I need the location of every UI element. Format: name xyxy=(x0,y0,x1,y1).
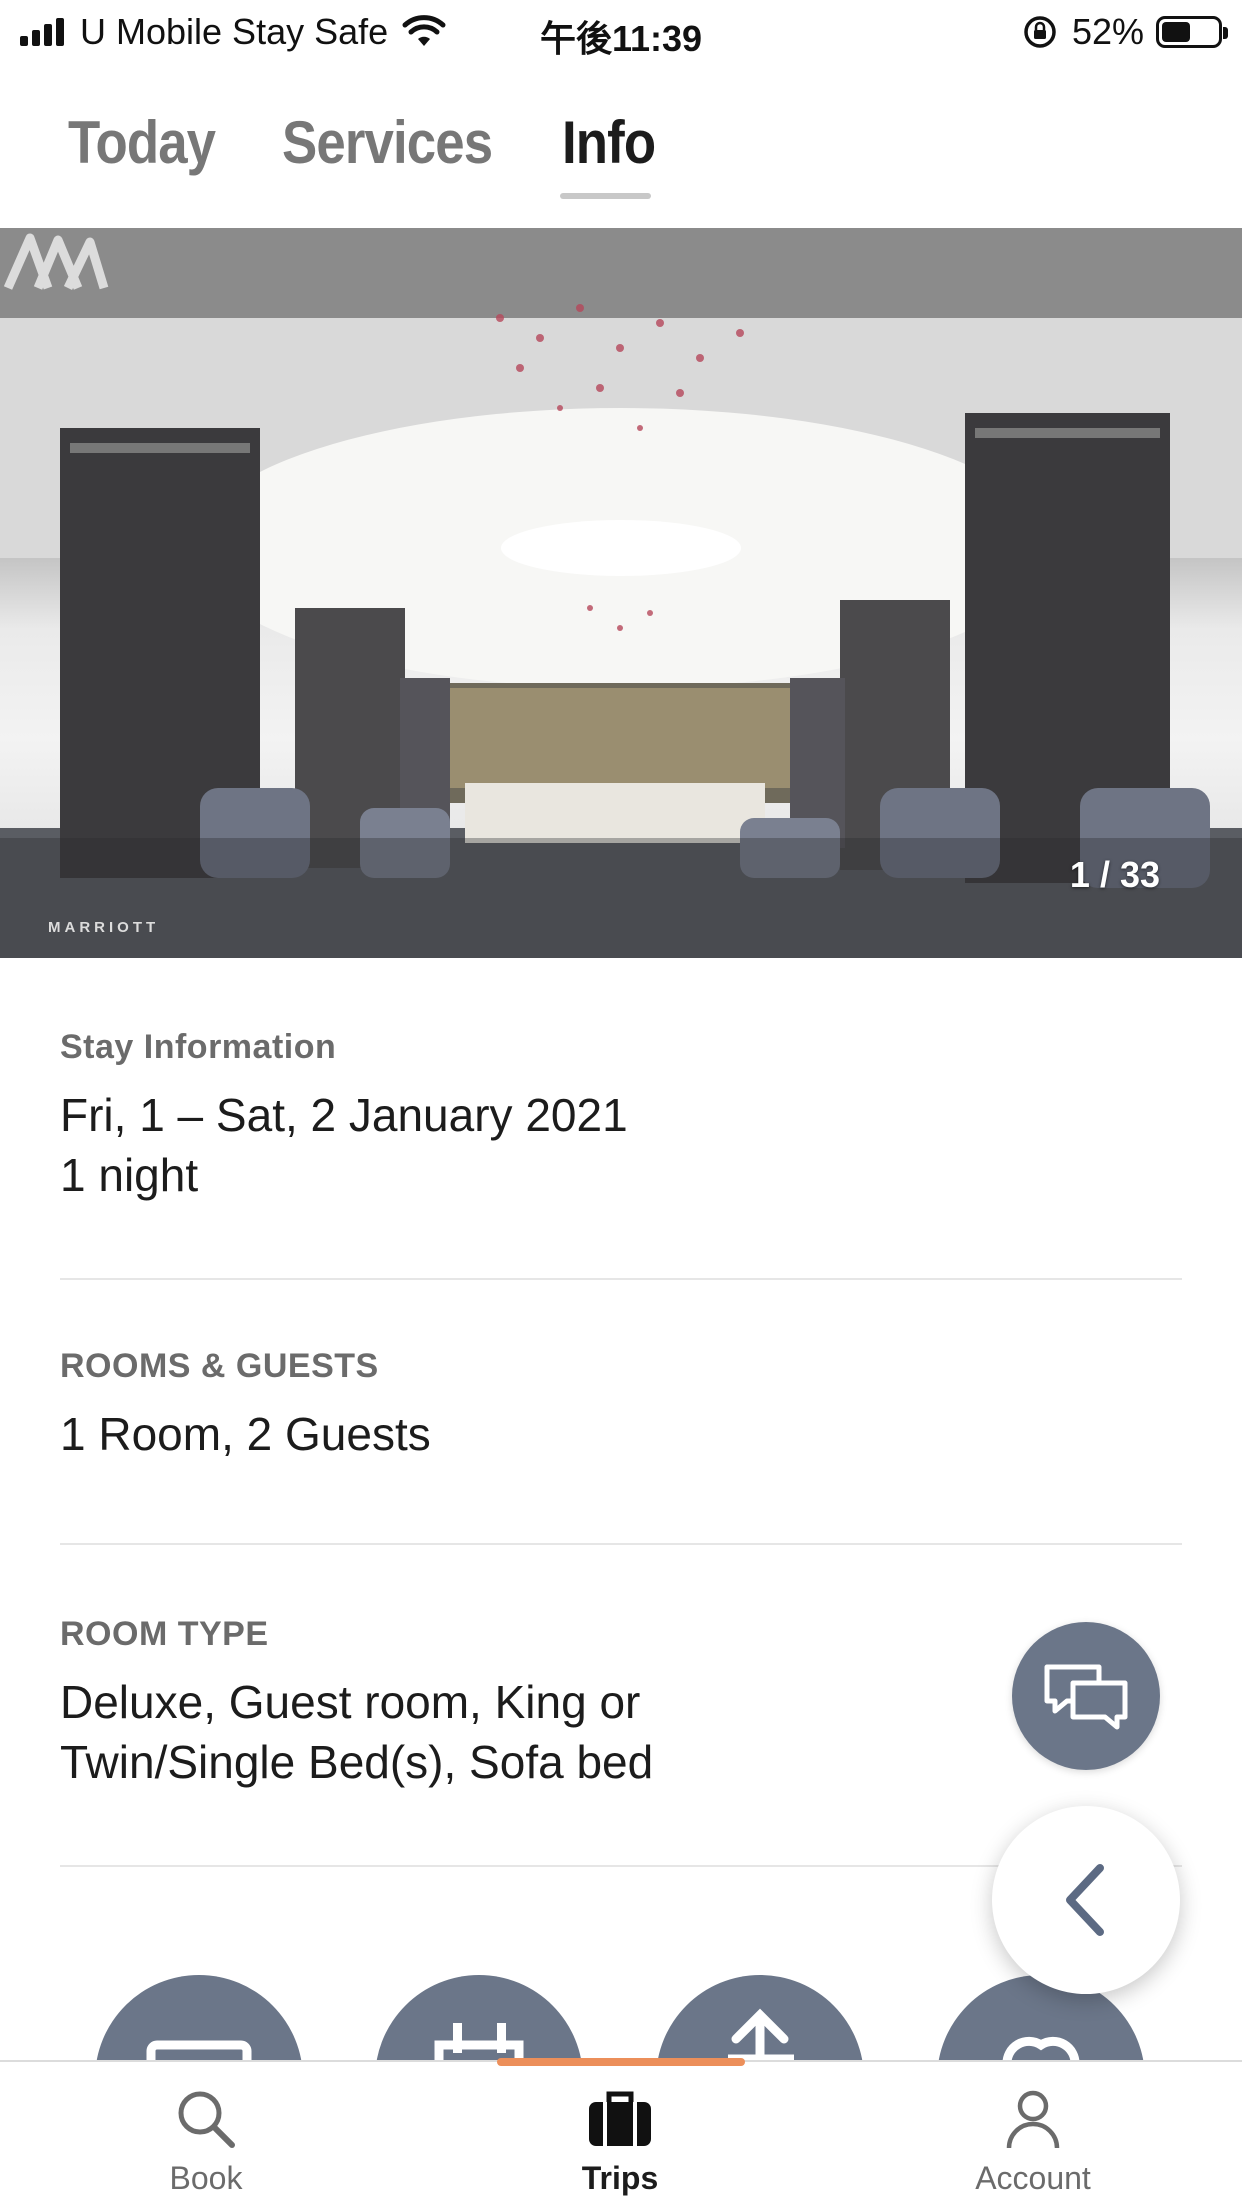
room-type-line-2: Twin/Single Bed(s), Sofa bed xyxy=(60,1736,654,1788)
status-bar: U Mobile Stay Safe 午後11:39 52% xyxy=(0,0,1242,62)
stay-date-range: Fri, 1 – Sat, 2 January 2021 xyxy=(60,1089,628,1141)
brand-text: MARRIOTT xyxy=(48,919,160,936)
marriott-logo xyxy=(3,233,109,290)
rooms-guests-section: ROOMS & GUESTS 1 Room, 2 Guests xyxy=(60,1347,1182,1464)
battery-fill xyxy=(1162,22,1191,42)
battery-percent: 52% xyxy=(1071,11,1144,52)
collapse-button[interactable] xyxy=(992,1806,1180,1994)
tab-active-indicator xyxy=(560,193,651,199)
suitcase-icon xyxy=(589,2091,651,2146)
chat-button[interactable] xyxy=(1012,1622,1160,1770)
chat-bubbles-icon xyxy=(1044,1664,1128,1730)
nav-book[interactable]: Book xyxy=(106,2088,306,2197)
stay-nights: 1 night xyxy=(60,1149,199,1201)
rooms-guests-label: ROOMS & GUESTS xyxy=(60,1347,379,1385)
tab-bar: Today Services Info xyxy=(0,100,1242,228)
divider xyxy=(60,1278,1182,1280)
nav-account-label: Account xyxy=(975,2160,1091,2196)
divider xyxy=(60,1543,1182,1545)
bottom-navigation: Book Trips Account xyxy=(0,2058,1242,2208)
stay-dates: Fri, 1 – Sat, 2 January 2021 1 night xyxy=(60,1085,1182,1205)
person-icon xyxy=(1006,2090,1060,2149)
battery-icon xyxy=(1156,16,1228,48)
room-type-label: ROOM TYPE xyxy=(60,1615,269,1653)
photo-counter: 1 / 33 xyxy=(1069,854,1160,895)
active-tab-indicator xyxy=(497,2058,745,2066)
tab-services[interactable]: Services xyxy=(282,108,493,177)
rooms-guests-value: 1 Room, 2 Guests xyxy=(60,1408,431,1460)
nav-trips[interactable]: Trips xyxy=(520,2088,720,2197)
hotel-lobby-image xyxy=(0,228,1242,958)
tab-today[interactable]: Today xyxy=(68,108,216,177)
rotation-lock-icon xyxy=(1024,16,1056,48)
search-icon xyxy=(178,2091,235,2148)
chevron-left-icon xyxy=(1066,1864,1104,1936)
stay-information-section: Stay Information Fri, 1 – Sat, 2 January… xyxy=(60,1028,1182,1205)
stay-information-label: Stay Information xyxy=(60,1028,337,1066)
hotel-photo-carousel[interactable]: MARRIOTT 1 / 33 xyxy=(0,228,1242,958)
tab-info[interactable]: Info xyxy=(562,108,656,177)
nav-account[interactable]: Account xyxy=(933,2088,1133,2197)
nav-trips-label: Trips xyxy=(581,2160,659,2196)
status-right: 52% xyxy=(1022,11,1228,52)
nav-book-label: Book xyxy=(169,2160,243,2196)
